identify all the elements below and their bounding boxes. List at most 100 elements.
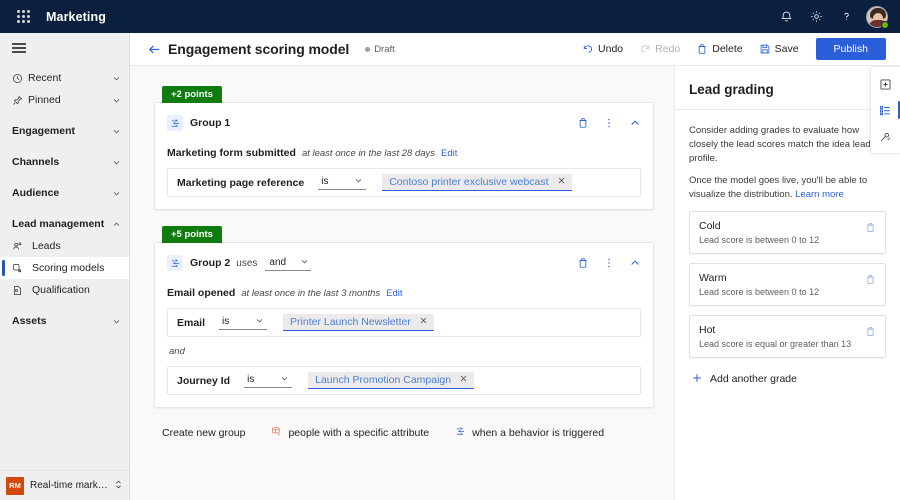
condition-operator-select[interactable]: is bbox=[244, 373, 293, 388]
main-content: Engagement scoring model Draft Undo Redo… bbox=[130, 33, 900, 500]
app-area-name: Real-time marketi… bbox=[30, 480, 108, 491]
chevron-up-icon[interactable] bbox=[109, 220, 123, 229]
sidebar-item-label: Scoring models bbox=[32, 262, 105, 274]
help-question-icon[interactable] bbox=[832, 3, 860, 31]
chevron-down-icon[interactable] bbox=[109, 96, 123, 105]
edit-trigger-link[interactable]: Edit bbox=[386, 288, 402, 299]
right-tool-rail bbox=[870, 66, 900, 154]
app-tile-initials: RM bbox=[6, 476, 24, 495]
publish-button[interactable]: Publish bbox=[815, 38, 886, 60]
redo-label: Redo bbox=[655, 43, 681, 55]
grade-description: Lead score is equal or greater than 13 bbox=[699, 338, 852, 349]
sidebar-group-label: Audience bbox=[12, 187, 60, 199]
hamburger-menu-icon[interactable] bbox=[0, 35, 129, 61]
chevron-down-icon[interactable] bbox=[109, 158, 123, 167]
status-dot-icon bbox=[365, 46, 371, 52]
sidebar-item-qualification[interactable]: Qualification bbox=[0, 279, 129, 301]
delete-group-icon[interactable] bbox=[577, 117, 589, 129]
sidebar-item-scoring-models[interactable]: Scoring models bbox=[0, 257, 129, 279]
create-new-group-label: Create new group bbox=[162, 427, 246, 439]
delete-grade-icon[interactable] bbox=[865, 324, 876, 337]
lead-grading-panel: Lead grading Consider adding grades to e… bbox=[674, 66, 900, 500]
collapse-group-chevron-up-icon[interactable] bbox=[629, 117, 641, 129]
add-another-grade-button[interactable]: Add another grade bbox=[689, 372, 886, 386]
sidebar-group-label: Engagement bbox=[12, 125, 76, 137]
create-option-label: people with a specific attribute bbox=[288, 427, 430, 439]
condition-value-chip[interactable]: Printer Launch Newsletter bbox=[283, 314, 434, 331]
lead-grading-icon[interactable] bbox=[873, 98, 900, 122]
back-arrow-icon[interactable] bbox=[144, 39, 164, 59]
collapse-group-chevron-up-icon[interactable] bbox=[629, 257, 641, 269]
sidebar-group-engagement[interactable]: Engagement bbox=[0, 120, 129, 142]
condition-attribute: Email bbox=[177, 316, 206, 329]
chevron-down-icon bbox=[280, 374, 289, 385]
grade-card[interactable]: Hot Lead score is equal or greater than … bbox=[689, 314, 886, 358]
app-launcher-icon[interactable] bbox=[8, 2, 38, 32]
leads-icon bbox=[12, 241, 28, 252]
app-root: Marketing Recent Pinned Engagement Chann… bbox=[0, 0, 900, 500]
edit-trigger-link[interactable]: Edit bbox=[441, 148, 457, 159]
chevron-down-icon[interactable] bbox=[109, 189, 123, 198]
group-card: Group 1 Marketing form submitted at leas… bbox=[154, 102, 654, 210]
condition-value-chip[interactable]: Launch Promotion Campaign bbox=[308, 372, 475, 389]
condition-operator-value: is bbox=[247, 374, 255, 385]
group-name: Group 2 bbox=[190, 257, 231, 269]
group-card: Group 2 uses and Email opened at least o… bbox=[154, 242, 654, 408]
grade-card[interactable]: Cold Lead score is between 0 to 12 bbox=[689, 210, 886, 254]
create-group-by-behavior[interactable]: when a behavior is triggered bbox=[455, 426, 604, 440]
learn-more-link[interactable]: Learn more bbox=[795, 189, 844, 200]
sidebar-group-channels[interactable]: Channels bbox=[0, 151, 129, 173]
chevron-updown-icon[interactable] bbox=[114, 479, 123, 492]
settings-gear-icon[interactable] bbox=[802, 3, 830, 31]
advanced-settings-icon[interactable] bbox=[873, 124, 899, 148]
sidebar-group-assets[interactable]: Assets bbox=[0, 310, 129, 332]
status-label: Draft bbox=[374, 43, 395, 55]
create-group-by-attribute[interactable]: people with a specific attribute bbox=[271, 426, 429, 440]
save-button[interactable]: Save bbox=[752, 40, 806, 58]
condition-row: Marketing page reference is Contoso prin… bbox=[167, 168, 641, 197]
chevron-down-icon[interactable] bbox=[109, 317, 123, 326]
redo-button[interactable]: Redo bbox=[632, 40, 687, 58]
remove-value-close-icon[interactable] bbox=[557, 176, 566, 188]
remove-value-close-icon[interactable] bbox=[419, 316, 428, 328]
sidebar-item-pinned[interactable]: Pinned bbox=[0, 89, 129, 111]
group-logic-operator-select[interactable]: and bbox=[265, 256, 312, 271]
remove-value-close-icon[interactable] bbox=[459, 374, 468, 386]
condition-operator-select[interactable]: is bbox=[318, 175, 367, 190]
sidebar-group-audience[interactable]: Audience bbox=[0, 182, 129, 204]
sidebar-item-recent[interactable]: Recent bbox=[0, 67, 129, 89]
clock-icon bbox=[12, 73, 28, 84]
points-badge: +5 points bbox=[162, 226, 222, 243]
group-name: Group 1 bbox=[190, 117, 231, 129]
delete-grade-icon[interactable] bbox=[865, 220, 876, 233]
condition-attribute: Journey Id bbox=[177, 374, 231, 387]
delete-button[interactable]: Delete bbox=[689, 40, 749, 58]
condition-operator-select[interactable]: is bbox=[219, 315, 268, 330]
more-commands-icon[interactable] bbox=[603, 117, 615, 129]
chevron-down-icon[interactable] bbox=[109, 74, 123, 83]
condition-value-chip[interactable]: Contoso printer exclusive webcast bbox=[382, 174, 572, 191]
trigger-frequency: at least once in the last 3 months bbox=[241, 288, 381, 299]
sidebar-group-lead-management[interactable]: Lead management bbox=[0, 213, 129, 235]
notifications-bell-icon[interactable] bbox=[772, 3, 800, 31]
undo-button[interactable]: Undo bbox=[575, 40, 630, 58]
avatar[interactable] bbox=[862, 2, 892, 32]
model-properties-icon[interactable] bbox=[873, 72, 899, 96]
condition-operator-value: is bbox=[222, 316, 230, 327]
more-commands-icon[interactable] bbox=[603, 257, 615, 269]
page-title: Engagement scoring model bbox=[168, 41, 350, 57]
grade-texts: Cold Lead score is between 0 to 12 bbox=[699, 220, 865, 245]
delete-group-icon[interactable] bbox=[577, 257, 589, 269]
sidebar-item-leads[interactable]: Leads bbox=[0, 235, 129, 257]
delete-grade-icon[interactable] bbox=[865, 272, 876, 285]
group-logic-operator-value: and bbox=[269, 256, 287, 268]
canvas: +2 points Group 1 Marketing form submitt… bbox=[130, 66, 900, 500]
group-header: Group 2 uses and bbox=[167, 253, 641, 273]
panel-body: Consider adding grades to evaluate how c… bbox=[675, 110, 900, 386]
grade-card[interactable]: Warm Lead score is between 0 to 12 bbox=[689, 262, 886, 306]
chevron-down-icon[interactable] bbox=[109, 127, 123, 136]
create-option-label: when a behavior is triggered bbox=[472, 427, 605, 439]
app-area-switcher[interactable]: RM Real-time marketi… bbox=[0, 470, 129, 500]
